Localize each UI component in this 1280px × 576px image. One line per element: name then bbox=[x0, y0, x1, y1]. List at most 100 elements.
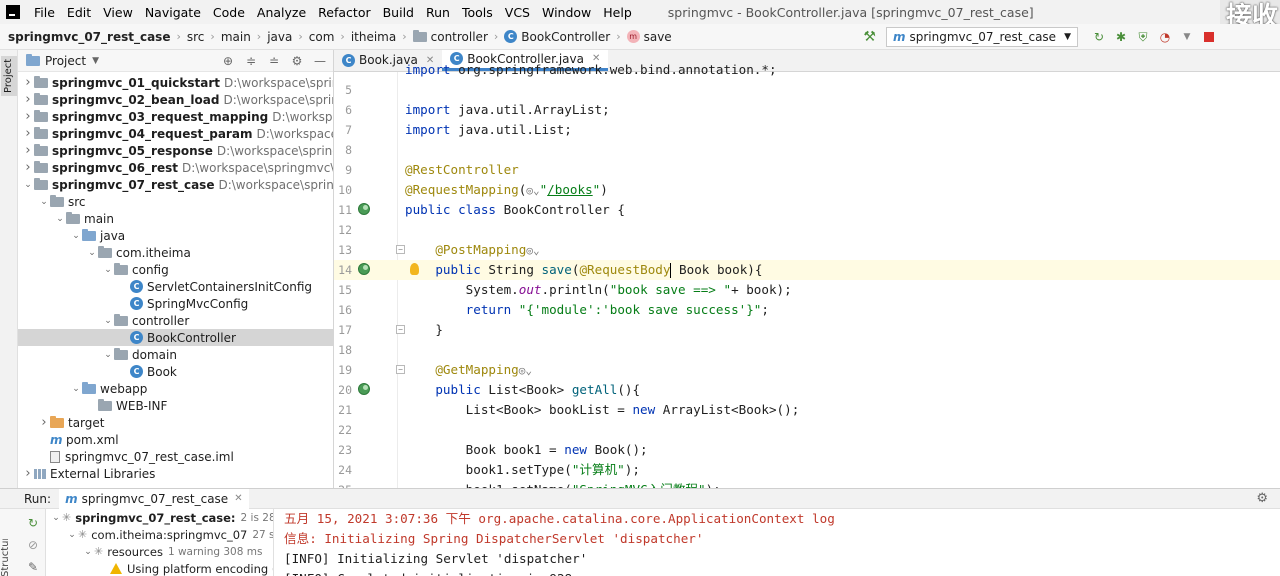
breadcrumb-item[interactable]: m save bbox=[626, 30, 672, 44]
tree-item[interactable]: C SpringMvcConfig bbox=[18, 295, 333, 312]
code-line[interactable]: 21 List<Book> bookList = new ArrayList<B… bbox=[334, 400, 1280, 420]
chevron-right-icon[interactable]: › bbox=[22, 75, 34, 90]
code-line[interactable]: 24 book1.setType("计算机"); bbox=[334, 460, 1280, 480]
breadcrumb-item[interactable]: springmvc_07_rest_case bbox=[8, 30, 170, 44]
tree-item[interactable]: ⌄ com.itheima bbox=[18, 244, 333, 261]
profile-icon[interactable]: ◔ bbox=[1157, 29, 1173, 45]
breadcrumb-item[interactable]: controller bbox=[412, 29, 488, 44]
stop-icon[interactable] bbox=[1201, 29, 1217, 45]
code-line[interactable]: import org.springframework.web.bind.anno… bbox=[334, 60, 1280, 80]
build-hammer-icon[interactable]: ⚒ bbox=[863, 29, 876, 45]
menu-code[interactable]: Code bbox=[207, 5, 251, 20]
close-icon[interactable]: ✕ bbox=[234, 493, 242, 504]
tree-item[interactable]: ⌄ java bbox=[18, 227, 333, 244]
menu-edit[interactable]: Edit bbox=[61, 5, 97, 20]
chevron-right-icon[interactable]: › bbox=[22, 143, 34, 158]
menu-tools[interactable]: Tools bbox=[456, 5, 499, 20]
run-config-select[interactable]: m springmvc_07_rest_case ▼ bbox=[885, 27, 1078, 47]
run-tree-item[interactable]: ⌄✳com.itheima:springmvc_07 27 sec bbox=[46, 526, 273, 543]
code-line[interactable]: 5 bbox=[334, 80, 1280, 100]
chevron-right-icon[interactable]: › bbox=[22, 160, 34, 175]
chevron-down-icon[interactable]: ⌄ bbox=[54, 214, 66, 224]
code-line[interactable]: 20 public List<Book> getAll(){ bbox=[334, 380, 1280, 400]
breadcrumb-item[interactable]: com bbox=[309, 30, 335, 44]
breadcrumb-item[interactable]: itheima bbox=[351, 30, 396, 44]
code-area[interactable]: import org.springframework.web.bind.anno… bbox=[334, 62, 1280, 488]
menu-vcs[interactable]: VCS bbox=[499, 5, 536, 20]
code-line[interactable]: 11 public class BookController { bbox=[334, 200, 1280, 220]
tree-item[interactable]: C ServletContainersInitConfig bbox=[18, 278, 333, 295]
tree-item[interactable]: ⌄ springmvc_07_rest_case D:\workspace\spri… bbox=[18, 176, 333, 193]
menu-refactor[interactable]: Refactor bbox=[312, 5, 376, 20]
rerun-icon[interactable]: ↻ bbox=[1091, 29, 1107, 45]
code-line[interactable]: 8 bbox=[334, 140, 1280, 160]
code-line[interactable]: 25 book1.setName("SpringMVC入门教程"); bbox=[334, 480, 1280, 488]
more-run-options-icon[interactable]: ▼ bbox=[1179, 29, 1195, 45]
coverage-icon[interactable]: ⛨ bbox=[1135, 29, 1151, 45]
chevron-down-icon[interactable]: ⌄ bbox=[22, 180, 34, 190]
chevron-down-icon[interactable]: ⌄ bbox=[102, 316, 114, 326]
menu-file[interactable]: File bbox=[28, 5, 61, 20]
code-line[interactable]: 18 bbox=[334, 340, 1280, 360]
chevron-right-icon[interactable]: › bbox=[22, 109, 34, 124]
collapse-all-icon[interactable]: ≐ bbox=[265, 53, 283, 69]
menu-view[interactable]: View bbox=[97, 5, 139, 20]
code-line[interactable]: 12 bbox=[334, 220, 1280, 240]
code-line[interactable]: 22 bbox=[334, 420, 1280, 440]
console-output[interactable]: 五月 15, 2021 3:07:36 下午 org.apache.catali… bbox=[284, 509, 1280, 576]
endpoint-globe-icon[interactable] bbox=[358, 383, 370, 395]
tree-item[interactable]: C Book bbox=[18, 363, 333, 380]
fold-toggle-icon[interactable]: − bbox=[396, 325, 405, 334]
run-tab[interactable]: m springmvc_07_rest_case ✕ bbox=[59, 488, 249, 509]
rerun-icon[interactable]: ↻ bbox=[25, 515, 41, 531]
code-line[interactable]: 7 import java.util.List; bbox=[334, 120, 1280, 140]
project-tool-tab[interactable]: Project bbox=[1, 56, 17, 96]
chevron-down-icon[interactable]: ▼ bbox=[92, 56, 99, 66]
code-line[interactable]: 6 import java.util.ArrayList; bbox=[334, 100, 1280, 120]
expand-all-icon[interactable]: ≑ bbox=[242, 53, 260, 69]
chevron-right-icon[interactable]: › bbox=[22, 92, 34, 107]
debug-icon[interactable]: ✱ bbox=[1113, 29, 1129, 45]
run-tree-item[interactable]: ⌄ ✳ resources 1 warning 308 ms bbox=[46, 543, 273, 560]
minimize-icon[interactable]: — bbox=[311, 53, 329, 69]
endpoint-globe-icon[interactable] bbox=[358, 203, 370, 215]
chevron-down-icon[interactable]: ⌄ bbox=[102, 265, 114, 275]
chevron-down-icon[interactable]: ⌄ bbox=[66, 530, 78, 540]
tree-item[interactable]: › springmvc_04_request_paramD:\workspace\… bbox=[18, 125, 333, 142]
code-line[interactable]: 15 System.out.println("book save ==> "+ … bbox=[334, 280, 1280, 300]
breadcrumb-item[interactable]: main bbox=[221, 30, 251, 44]
chevron-down-icon[interactable]: ⌄ bbox=[82, 547, 94, 557]
tree-item[interactable]: ⌄ main bbox=[18, 210, 333, 227]
chevron-right-icon[interactable]: › bbox=[22, 126, 34, 141]
code-line[interactable]: 19 − @GetMapping◎⌄ bbox=[334, 360, 1280, 380]
tree-item[interactable]: › springmvc_01_quickstart D:\workspace\spr… bbox=[18, 74, 333, 91]
toggle-view-icon[interactable]: ⊘ bbox=[25, 537, 41, 553]
chevron-right-icon[interactable]: › bbox=[38, 415, 50, 430]
structure-tool-tab[interactable]: Structure bbox=[0, 539, 16, 576]
tree-item[interactable]: › target bbox=[18, 414, 333, 431]
breadcrumb-item[interactable]: src bbox=[187, 30, 205, 44]
tree-item[interactable]: › springmvc_06_rest D:\workspace\springmvc… bbox=[18, 159, 333, 176]
tree-item[interactable]: ⌄ webapp bbox=[18, 380, 333, 397]
chevron-down-icon[interactable]: ⌄ bbox=[102, 350, 114, 360]
code-line[interactable]: 14 public String save(@RequestBody Book … bbox=[334, 260, 1280, 280]
tree-item[interactable]: m pom.xml bbox=[18, 431, 333, 448]
tree-item[interactable]: › springmvc_02_bean_load D:\workspace\spri… bbox=[18, 91, 333, 108]
code-line[interactable]: 17 − } bbox=[334, 320, 1280, 340]
tree-item[interactable]: ⌄ controller bbox=[18, 312, 333, 329]
wrench-icon[interactable]: ✎ bbox=[25, 559, 41, 575]
menu-build[interactable]: Build bbox=[377, 5, 420, 20]
locate-target-icon[interactable]: ⊕ bbox=[219, 53, 237, 69]
tree-item[interactable]: ⌄ src bbox=[18, 193, 333, 210]
tree-item[interactable]: › springmvc_03_request_mappingD:\workspac… bbox=[18, 108, 333, 125]
fold-toggle-icon[interactable]: − bbox=[396, 365, 405, 374]
code-line[interactable]: 13 − @PostMapping◎⌄ bbox=[334, 240, 1280, 260]
menu-help[interactable]: Help bbox=[597, 5, 638, 20]
menu-run[interactable]: Run bbox=[420, 5, 456, 20]
project-panel-title[interactable]: Project bbox=[45, 54, 86, 68]
menu-analyze[interactable]: Analyze bbox=[251, 5, 312, 20]
code-line[interactable]: 9 @RestController bbox=[334, 160, 1280, 180]
run-tree-item[interactable]: ⌄✳springmvc_07_rest_case: 2 is 28 sec bbox=[46, 509, 273, 526]
chevron-down-icon[interactable]: ⌄ bbox=[38, 197, 50, 207]
code-line[interactable]: 16 return "{'module':'book save success'… bbox=[334, 300, 1280, 320]
